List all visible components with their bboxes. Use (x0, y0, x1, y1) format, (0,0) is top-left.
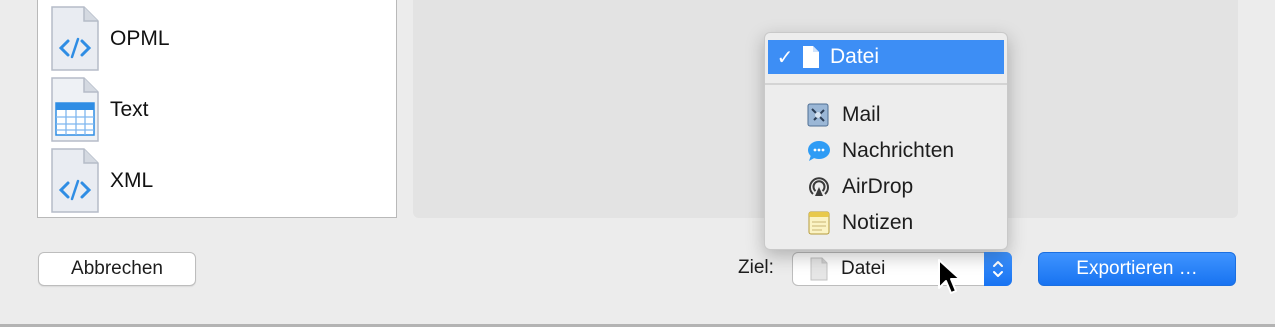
menu-item-airdrop[interactable]: AirDrop (768, 170, 1004, 204)
menu-item-datei[interactable]: ✓ Datei (768, 40, 1004, 74)
format-label: OPML (110, 27, 170, 50)
messages-icon (806, 138, 832, 164)
format-item-xml[interactable]: XML (50, 148, 380, 214)
format-list[interactable]: OPML Text XML (37, 0, 397, 218)
mail-app-icon (806, 102, 832, 128)
menu-item-notizen[interactable]: Notizen (768, 206, 1004, 240)
destination-menu[interactable]: ✓ Datei Mail Nachrichten AirDrop Notizen (764, 32, 1008, 250)
notes-icon (806, 210, 832, 236)
cancel-button[interactable]: Abbrechen (38, 252, 196, 286)
checkmark-icon: ✓ (776, 46, 794, 69)
format-item-text[interactable]: Text (50, 77, 380, 143)
menu-item-label: Notizen (842, 211, 914, 234)
menu-separator (765, 83, 1007, 85)
export-button[interactable]: Exportieren … (1038, 252, 1236, 286)
menu-item-label: Datei (830, 45, 880, 68)
menu-item-label: Mail (842, 103, 881, 126)
format-label: Text (110, 98, 149, 121)
table-document-icon (50, 77, 100, 143)
menu-item-label: AirDrop (842, 175, 914, 198)
code-document-icon (50, 6, 100, 72)
mouse-cursor-icon (936, 258, 962, 298)
airdrop-icon (806, 174, 832, 200)
destination-label: Ziel: (738, 257, 774, 278)
destination-select[interactable]: Datei (792, 252, 1012, 286)
destination-value: Datei (841, 258, 886, 279)
file-icon (802, 44, 820, 70)
format-label: XML (110, 169, 154, 192)
format-item-opml[interactable]: OPML (50, 6, 380, 72)
menu-item-mail[interactable]: Mail (768, 98, 1004, 132)
menu-item-label: Nachrichten (842, 139, 955, 162)
file-icon (809, 257, 829, 281)
up-down-chevron-icon[interactable] (984, 252, 1012, 286)
menu-item-nachrichten[interactable]: Nachrichten (768, 134, 1004, 168)
code-document-icon (50, 148, 100, 214)
